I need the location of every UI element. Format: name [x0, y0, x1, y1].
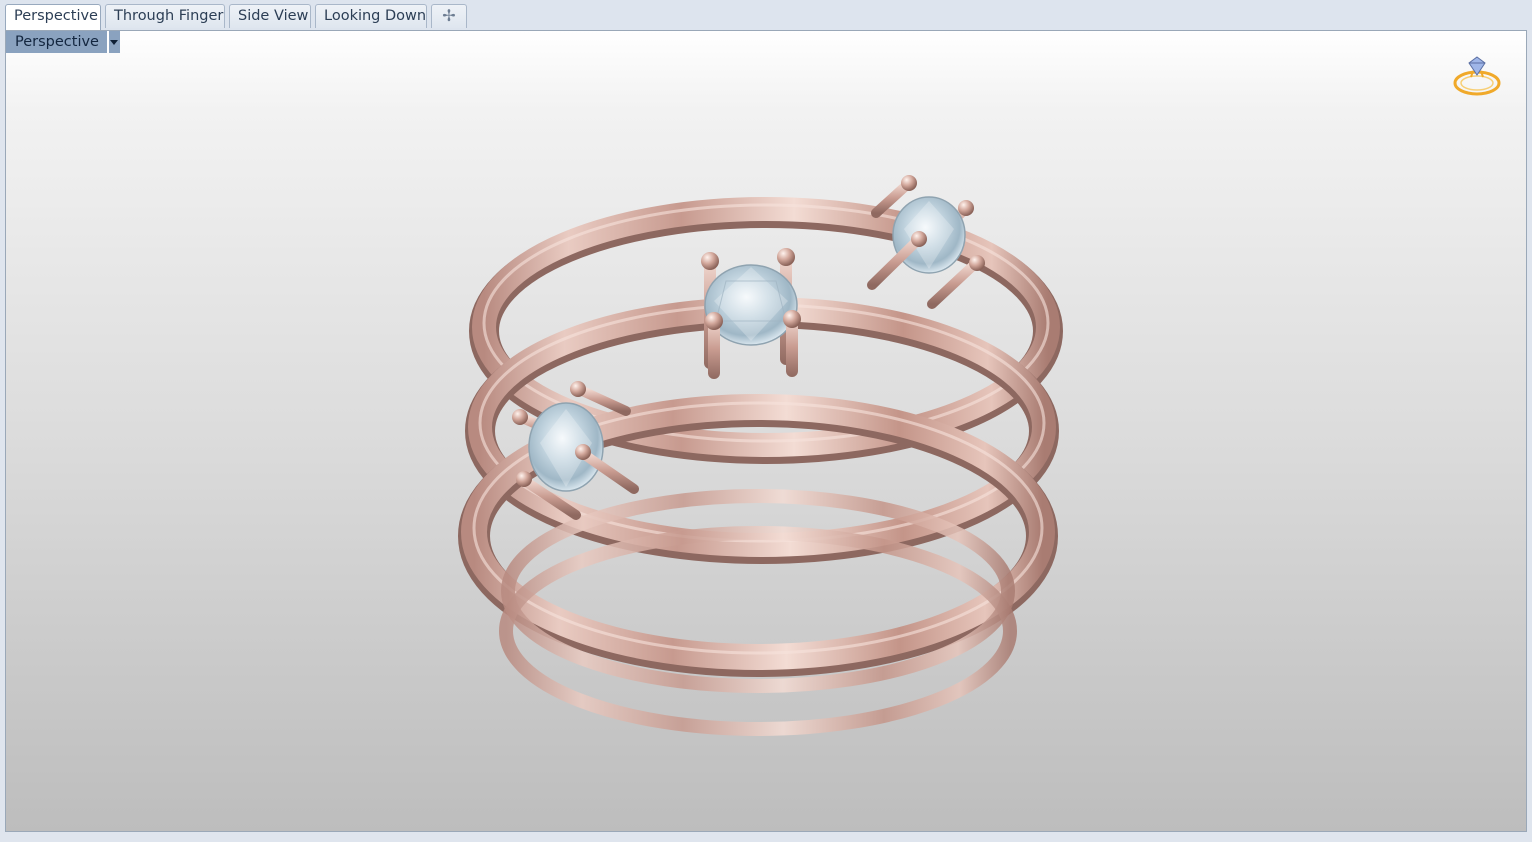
gem-setting-center — [701, 248, 801, 379]
tab-perspective[interactable]: Perspective — [5, 4, 101, 30]
tab-side-view[interactable]: Side View — [229, 4, 311, 28]
ring-render — [458, 175, 1063, 736]
ring-diamond-icon[interactable] — [1451, 53, 1503, 99]
viewport-tab-bar: Perspective Through Finger Side View Loo… — [0, 0, 1532, 30]
viewport-title: Perspective — [6, 31, 107, 53]
tab-looking-down[interactable]: Looking Down — [315, 4, 427, 28]
add-tab-button[interactable]: ✢ — [431, 4, 467, 28]
perspective-viewport[interactable]: Perspective — [5, 30, 1527, 832]
plus-icon: ✢ — [442, 6, 456, 25]
tab-through-finger[interactable]: Through Finger — [105, 4, 225, 28]
viewport-label[interactable]: Perspective — [6, 31, 120, 53]
dropdown-arrow-icon — [110, 39, 119, 45]
viewport-dropdown-button[interactable] — [106, 31, 120, 53]
